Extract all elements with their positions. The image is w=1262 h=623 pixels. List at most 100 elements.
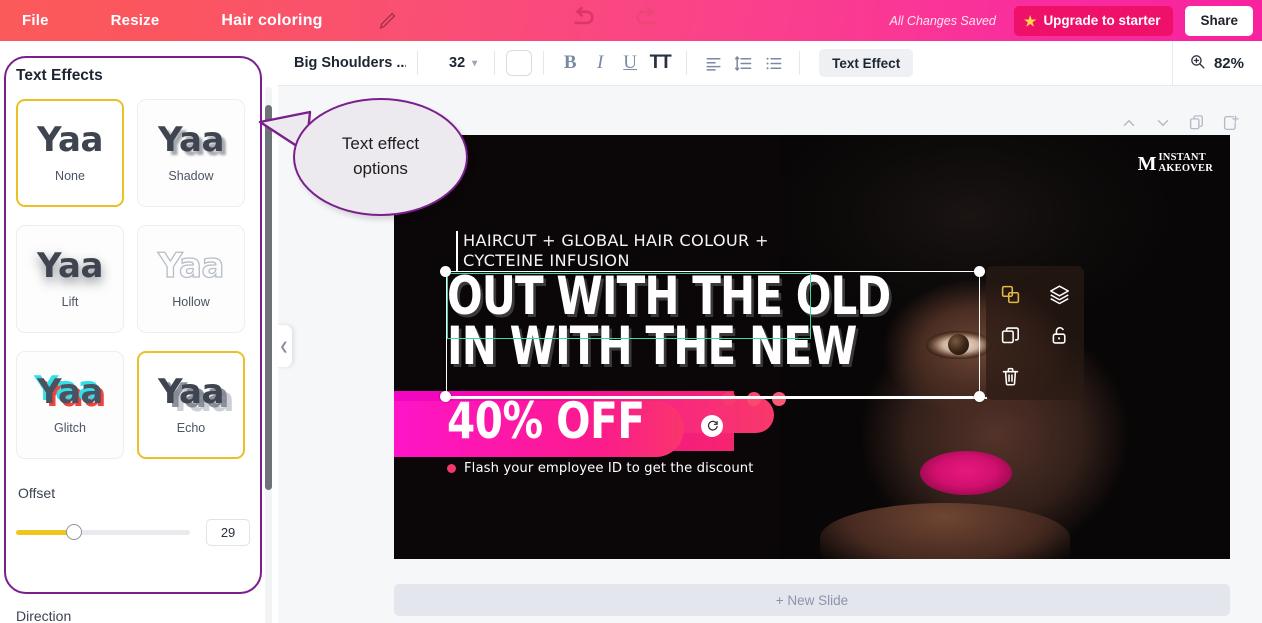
upgrade-label: Upgrade to starter bbox=[1043, 13, 1161, 28]
top-menu-bar: File Resize Hair coloring All Changes Sa… bbox=[0, 0, 1262, 41]
direction-label: Direction bbox=[16, 608, 72, 623]
dot bbox=[722, 392, 736, 406]
refresh-icon bbox=[707, 420, 718, 430]
format-toolbar: Big Shoulders ... ▾ 32 ▾ B I U TT bbox=[278, 41, 1262, 86]
effect-card-lift[interactable]: Yaa Lift bbox=[16, 225, 124, 333]
effect-card-hollow[interactable]: Yaa Hollow bbox=[137, 225, 245, 333]
canvas-footnote[interactable]: Flash your employee ID to get the discou… bbox=[447, 461, 754, 476]
headline-line-2: IN WITH THE NEW bbox=[447, 315, 857, 377]
menu-resize[interactable]: Resize bbox=[95, 12, 176, 29]
canvas-offer-text[interactable]: 40% OFF bbox=[447, 396, 645, 446]
duplicate-icon[interactable] bbox=[986, 321, 1035, 349]
effect-preview-echo: Yaa bbox=[158, 372, 224, 412]
effect-card-shadow[interactable]: Yaa Shadow bbox=[137, 99, 245, 207]
effect-preview-lift: Yaa bbox=[37, 246, 103, 286]
text-color-swatch[interactable] bbox=[506, 50, 533, 76]
effect-label-echo: Echo bbox=[176, 421, 206, 435]
trash-icon[interactable] bbox=[986, 362, 1035, 390]
effect-label-none: None bbox=[55, 169, 85, 183]
zoom-in-icon bbox=[1189, 53, 1206, 75]
panel-collapse-button[interactable]: ❮ bbox=[276, 325, 292, 367]
effect-label-shadow: Shadow bbox=[168, 169, 214, 183]
divider bbox=[494, 51, 496, 75]
unlock-icon[interactable] bbox=[1035, 321, 1084, 349]
chevron-up-icon[interactable] bbox=[1120, 114, 1138, 137]
share-button[interactable]: Share bbox=[1185, 5, 1253, 36]
star-icon: ★ bbox=[1023, 12, 1037, 29]
duplicate-slide-icon[interactable] bbox=[1188, 114, 1206, 137]
underline-button[interactable]: U bbox=[615, 48, 645, 78]
footnote-text: Flash your employee ID to get the discou… bbox=[464, 461, 754, 476]
document-title[interactable]: Hair coloring bbox=[205, 12, 338, 30]
logo-line-2: AKEOVER bbox=[1158, 162, 1213, 174]
headline-line-1: OUT WITH THE OLD bbox=[447, 266, 891, 327]
canvas-headline-text[interactable]: OUT WITH THE OLD IN WITH THE NEW bbox=[447, 266, 891, 377]
panel-scrollbar-thumb[interactable] bbox=[265, 105, 272, 490]
photo-detail-shoulder bbox=[820, 503, 1070, 559]
refresh-button[interactable] bbox=[701, 415, 723, 437]
annotation-callout: Text effect options bbox=[293, 98, 468, 216]
line-height-icon[interactable] bbox=[728, 48, 758, 78]
effect-preview-shadow: Yaa bbox=[158, 120, 224, 160]
add-slide-icon[interactable] bbox=[1222, 114, 1240, 137]
object-float-toolbar bbox=[986, 266, 1084, 400]
upgrade-button[interactable]: ★ Upgrade to starter bbox=[1013, 5, 1174, 36]
divider bbox=[417, 51, 418, 75]
selection-handle-bottom-right[interactable] bbox=[974, 391, 985, 402]
italic-button[interactable]: I bbox=[585, 48, 615, 78]
menu-file[interactable]: File bbox=[6, 12, 65, 29]
canva-like-editor: File Resize Hair coloring All Changes Sa… bbox=[0, 0, 1262, 623]
selection-handle-top-left[interactable] bbox=[440, 266, 451, 277]
bullet-list-icon[interactable] bbox=[758, 48, 788, 78]
dot bbox=[772, 392, 786, 406]
effect-preview-none: Yaa bbox=[37, 120, 103, 160]
divider bbox=[543, 51, 545, 75]
offset-label: Offset bbox=[18, 485, 56, 501]
effect-card-echo[interactable]: Yaa Echo bbox=[137, 351, 245, 459]
divider bbox=[686, 51, 688, 75]
text-effects-panel: Text Effects Yaa None Yaa Shadow Yaa Lif… bbox=[0, 41, 278, 623]
zoom-level: 82% bbox=[1213, 55, 1244, 72]
effect-label-lift: Lift bbox=[61, 295, 79, 309]
redo-arrow-icon[interactable] bbox=[632, 3, 662, 33]
canvas-kicker-text[interactable]: HAIRCUT + GLOBAL HAIR COLOUR + CYCTEINE … bbox=[456, 231, 769, 271]
bold-button[interactable]: B bbox=[555, 48, 585, 78]
pencil-icon[interactable] bbox=[377, 10, 399, 32]
save-status: All Changes Saved bbox=[889, 13, 996, 28]
selection-handle-bottom-left[interactable] bbox=[440, 391, 451, 402]
offset-slider[interactable] bbox=[16, 524, 191, 540]
effect-preview-glitch: Yaa bbox=[37, 372, 103, 412]
effects-grid: Yaa None Yaa Shadow Yaa Lift Yaa Hollow … bbox=[16, 99, 250, 459]
font-size-selector[interactable]: 32 ▾ bbox=[443, 55, 483, 71]
effect-card-glitch[interactable]: Yaa Glitch bbox=[16, 351, 124, 459]
effect-preview-hollow: Yaa bbox=[157, 246, 225, 286]
brand-logo: M INSTANT AKEOVER bbox=[1137, 152, 1213, 175]
logo-mark: M bbox=[1137, 152, 1157, 175]
photo-detail-pupil bbox=[948, 334, 969, 355]
zoom-control[interactable]: 82% bbox=[1171, 41, 1262, 86]
text-effect-button[interactable]: Text Effect bbox=[819, 49, 914, 77]
chevron-down-icon: ▾ bbox=[472, 57, 478, 69]
offset-control: 29 bbox=[16, 519, 250, 546]
text-align-left-icon[interactable] bbox=[698, 48, 728, 78]
decorative-dots bbox=[722, 392, 786, 406]
undo-redo-group bbox=[568, 3, 662, 33]
font-family-selector[interactable]: Big Shoulders ... ▾ bbox=[288, 55, 406, 71]
offset-value-input[interactable]: 29 bbox=[206, 519, 250, 546]
selection-top-line bbox=[447, 397, 987, 399]
new-slide-button[interactable]: + New Slide bbox=[394, 584, 1230, 616]
text-case-button[interactable]: TT bbox=[645, 48, 675, 78]
effect-label-glitch: Glitch bbox=[54, 421, 86, 435]
selection-handle-top-right[interactable] bbox=[974, 266, 985, 277]
undo-arrow-icon[interactable] bbox=[568, 3, 598, 33]
offset-slider-knob[interactable] bbox=[66, 524, 82, 540]
effect-label-hollow: Hollow bbox=[172, 295, 210, 309]
panel-scroll-area: Text Effects Yaa None Yaa Shadow Yaa Lif… bbox=[0, 41, 268, 623]
layers-icon[interactable] bbox=[1035, 280, 1084, 308]
chevron-down-icon[interactable] bbox=[1154, 114, 1172, 137]
photo-detail-lips bbox=[920, 451, 1012, 495]
callout-text: Text effect options bbox=[341, 134, 420, 178]
group-icon[interactable] bbox=[986, 280, 1035, 308]
effect-card-none[interactable]: Yaa None bbox=[16, 99, 124, 207]
slide-tools bbox=[1120, 114, 1240, 137]
